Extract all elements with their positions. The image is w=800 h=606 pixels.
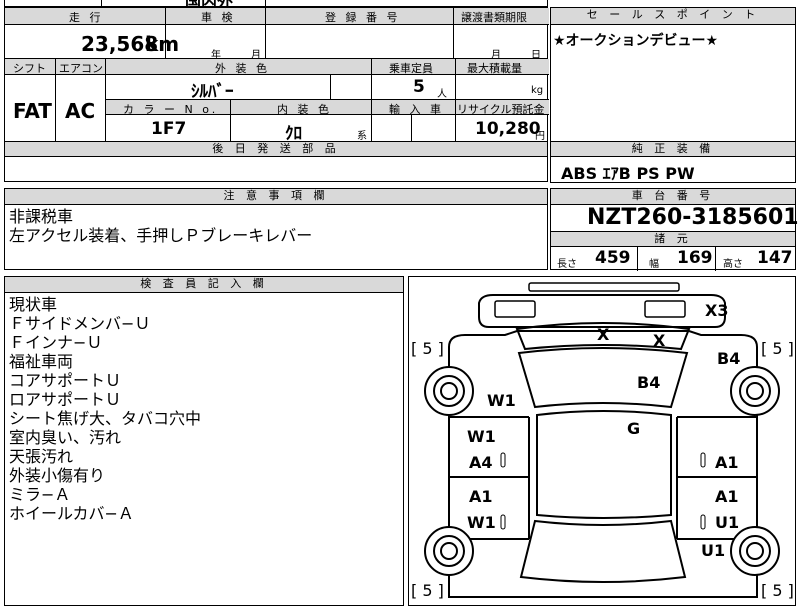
mark-w1-front-door: W1	[467, 427, 496, 446]
chassis-value: NZT260-3185601	[587, 205, 799, 230]
chassis-label: 車 台 番 号	[551, 189, 795, 205]
chassis-box: 車 台 番 号 NZT260-3185601 諸 元 長さ 459 幅 169 …	[550, 188, 799, 271]
mark-b4-center: B4	[637, 373, 661, 392]
inspector-line: Ｆサイドメンバ−Ｕ	[9, 314, 151, 333]
mark-u1-quarter: U1	[701, 541, 726, 560]
specs-label: 諸 元	[551, 232, 795, 247]
caution-label: 注 意 事 項 欄	[5, 189, 547, 205]
inspector-line: ロアサポートＵ	[9, 390, 122, 409]
mark-a1-rf-door: A1	[715, 453, 739, 472]
transfer-label: 譲渡書類期限	[461, 11, 527, 24]
mark-a1-rear-right: A1	[715, 487, 739, 506]
inspector-label: 検 査 員 記 入 欄	[5, 277, 403, 293]
inspector-line: 室内臭い、汚れ	[9, 428, 122, 447]
inspector-line: 福祉車両	[9, 352, 74, 371]
sales-point-box: セ ー ル ス ポ イ ン ト ★オークションデビュー★	[550, 7, 796, 143]
shift-label: シフト	[13, 62, 46, 75]
max-load-label: 最大積載量	[467, 62, 522, 75]
inspector-line: コアサポートＵ	[9, 371, 122, 390]
mark-b4-right: B4	[717, 349, 741, 368]
mark-x-right: X	[653, 331, 666, 350]
inspector-line: 天張汚れ	[9, 447, 74, 466]
interior-color-label: 内 装 色	[277, 103, 332, 116]
row1-table: 走 行 車 検 登 録 番 号 譲渡書類期限 23,568 km 年 月 月 日	[4, 7, 549, 61]
width-value: 169	[677, 248, 713, 268]
damage-diagram-box: [ 5 ] [ 5 ] [ 5 ] [ 5 ] X3 X X B4 B4 W1 …	[408, 276, 796, 606]
mark-w1-fender: W1	[487, 391, 516, 410]
capacity-unit: 人	[437, 89, 447, 100]
aircon-label: エアコン	[59, 62, 103, 75]
caution-box: 注 意 事 項 欄 非課税車 左アクセル装着、手押しＰブレーキレバー	[4, 188, 548, 270]
exterior-color-value: ｼﾙﾊﾞｰ	[191, 82, 234, 102]
sales-point-label: セ ー ル ス ポ イ ン ト	[551, 8, 795, 25]
color-no-label: カ ラ ー N o.	[123, 103, 219, 116]
mark-x3: X3	[705, 301, 729, 320]
mark-x-left: X	[597, 325, 610, 344]
tire-fl-tread: [ 5 ]	[411, 339, 444, 358]
load-unit: kg	[531, 85, 544, 96]
inspector-line: Ｆインナ−Ｕ	[9, 333, 103, 352]
tire-rl-tread: [ 5 ]	[411, 581, 444, 600]
registration-label: 登 録 番 号	[325, 11, 401, 24]
import-label: 輸 入 車	[389, 103, 444, 116]
capacity-label: 乗車定員	[389, 62, 433, 75]
inspector-line: ホイールカバ−Ａ	[9, 504, 134, 523]
sales-point-text: ★オークションデビュー★	[553, 33, 719, 49]
color-no-value: 1F7	[151, 119, 187, 139]
top-partial-row: 国内外	[4, 0, 548, 11]
inspector-line: シート焦げ大、タバコ穴中	[9, 409, 202, 428]
recycle-value: 10,280	[475, 119, 541, 139]
height-label: 高さ	[723, 259, 743, 270]
later-parts-label: 後 日 発 送 部 品	[5, 142, 547, 157]
genuine-equipment-label: 純 正 装 備	[551, 142, 795, 157]
exterior-color-label: 外 装 色	[215, 62, 270, 75]
capacity-value: 5	[413, 77, 425, 97]
inspector-box: 検 査 員 記 入 欄 現状車 Ｆサイドメンバ−Ｕ Ｆインナ−Ｕ 福祉車両 コア…	[4, 276, 404, 606]
genuine-equipment-box: 純 正 装 備 ABS ｴｱB PS PW	[550, 141, 796, 183]
shift-value: FAT	[13, 99, 52, 123]
mark-u1-rear-right: U1	[715, 513, 740, 532]
inspector-line: 外装小傷有り	[9, 466, 106, 485]
tire-fr-tread: [ 5 ]	[761, 339, 794, 358]
interior-suffix: 系	[357, 131, 367, 142]
mileage-label: 走 行	[69, 11, 104, 24]
inspection-label: 車 検	[201, 11, 236, 24]
recycle-unit: 円	[535, 131, 545, 142]
width-label: 幅	[649, 259, 659, 270]
mark-g: G	[627, 419, 641, 438]
mark-w1-rear-left: W1	[467, 513, 496, 532]
inspector-line: 現状車	[9, 295, 58, 314]
mileage-unit: km	[145, 32, 180, 56]
genuine-equipment-text: ABS ｴｱB PS PW	[561, 164, 695, 183]
tire-rr-tread: [ 5 ]	[761, 581, 794, 600]
mark-a1-rear-left: A1	[469, 487, 493, 506]
height-value: 147	[757, 248, 793, 268]
inspector-line: ミラ−Ａ	[9, 485, 71, 504]
length-value: 459	[595, 248, 631, 268]
caution-line-1: 非課税車	[9, 207, 74, 226]
mark-a4: A4	[469, 453, 493, 472]
later-parts-box: 後 日 発 送 部 品	[4, 141, 548, 182]
recycle-label: リサイクル預託金	[457, 103, 545, 116]
length-label: 長さ	[557, 259, 577, 270]
caution-line-2: 左アクセル装着、手押しＰブレーキレバー	[9, 226, 313, 245]
aircon-value: AC	[65, 99, 96, 123]
row2-table: シフト エアコン 外 装 色 乗車定員 最大積載量 FAT AC ｼﾙﾊﾞｰ 5…	[4, 58, 549, 144]
